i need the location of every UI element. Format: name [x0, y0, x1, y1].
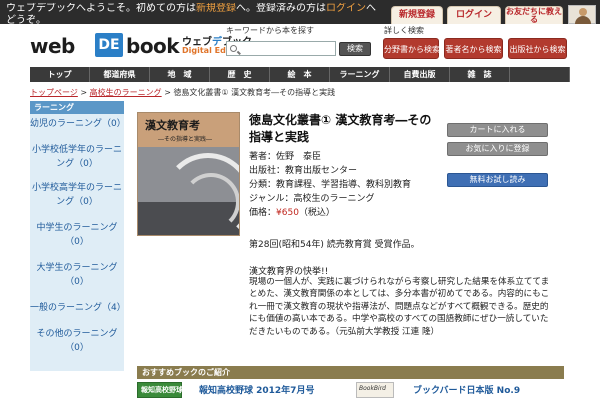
book-description: 現場の一個人が、実践に裏づけられながら考察し研究した結果を体系立ててまとめた、漢…	[249, 277, 550, 337]
cover-title: 漢文教育考	[145, 119, 200, 132]
sidebar-item-upper-elementary[interactable]: 小学校高学年のラーニング（0）	[30, 181, 124, 209]
award-text: 第28回(昭和54年) 読売教育賞 受賞作品。	[249, 240, 420, 250]
recommend-thumb-2[interactable]: BookBird	[356, 382, 394, 398]
detail-search-label: 詳しく検索	[384, 26, 424, 35]
book-field: 分類：教育課程、学習指導、教科別教育	[249, 180, 412, 190]
sidebar-item-preschool[interactable]: 幼児のラーニング（0）	[30, 117, 126, 131]
tell-friends-button[interactable]: お友だちに教える	[505, 6, 563, 24]
welcome-text: へ。登録済みの方は	[236, 3, 326, 14]
search-label: キーワードから本を探す	[226, 26, 314, 35]
logo-de-badge: DE	[95, 33, 123, 57]
recommend-heading: おすすめブックのご紹介	[137, 366, 564, 379]
add-favorite-button[interactable]: お気に入りに登録	[447, 142, 548, 156]
breadcrumb-separator: >	[164, 88, 171, 97]
search-by-author-button[interactable]: 著者名から検索	[444, 38, 503, 59]
search-input[interactable]	[226, 41, 336, 56]
search-by-publisher-button[interactable]: 出版社から検索	[508, 38, 567, 59]
nav-prefecture[interactable]: 都道府県	[90, 67, 150, 82]
sidebar-item-other[interactable]: その他のラーニング（0）	[30, 327, 124, 355]
avatar-icon[interactable]	[568, 5, 596, 24]
welcome-text: ウェブデブックへようこそ。初めての方は	[6, 3, 196, 14]
welcome-register-link[interactable]: 新規登録	[196, 3, 236, 14]
nav-extra[interactable]	[510, 67, 570, 82]
book-publisher: 出版社：教育出版センター	[249, 166, 358, 176]
price-tax: （税込）	[298, 208, 335, 218]
search-by-field-button[interactable]: 分野書から検索	[383, 38, 440, 59]
sidebar-item-lower-elementary[interactable]: 小学校低学年のラーニング（0）	[30, 143, 124, 171]
book-cover-image[interactable]: 漢文教育考 ―その指導と実践―	[137, 112, 240, 236]
price-label: 価格：	[249, 208, 277, 218]
breadcrumb: トップページ > 高校生のラーニング > 徳島文化叢書① 漢文教育考―その指導と…	[30, 87, 335, 98]
login-button[interactable]: ログイン	[447, 6, 501, 24]
recommend-title-1[interactable]: 報知高校野球 2012年7月号	[199, 383, 314, 396]
nav-picture-books[interactable]: 絵 本	[270, 67, 330, 82]
sidebar-item-junior-high[interactable]: 中学生のラーニング（0）	[30, 221, 124, 249]
nav-history[interactable]: 歴 史	[210, 67, 270, 82]
learning-sidebar: ラーニング 幼児のラーニング（0） 小学校低学年のラーニング（0） 小学校高学年…	[30, 101, 126, 371]
nav-region[interactable]: 地 域	[150, 67, 210, 82]
sidebar-item-general[interactable]: 一般のラーニング（4）	[30, 301, 126, 315]
cover-subtitle: ―その指導と実践―	[158, 136, 213, 143]
top-bar: ウェブデブックへようこそ。初めての方は新規登録へ。登録済みの方はログインへどうぞ…	[0, 0, 600, 27]
free-trial-button[interactable]: 無料お試し読み	[447, 173, 548, 187]
recommend-title-2[interactable]: ブックバード日本版 No.9	[413, 383, 520, 396]
nav-top[interactable]: トップ	[30, 67, 90, 82]
search-button[interactable]: 検索	[339, 42, 371, 56]
breadcrumb-current: 徳島文化叢書① 漢文教育考―その指導と実践	[173, 88, 336, 97]
cover-artwork	[138, 147, 239, 235]
price-value: ¥650	[276, 208, 299, 218]
main-nav: トップ 都道府県 地 域 歴 史 絵 本 ラーニング 自費出版 雑 誌	[30, 67, 570, 82]
logo-book-text: book	[126, 34, 180, 58]
book-author: 著者：佐野 泰臣	[249, 152, 322, 162]
welcome-message: ウェブデブックへようこそ。初めての方は新規登録へ。登録済みの方はログインへどうぞ…	[6, 3, 376, 27]
book-title: 徳島文化叢書① 漢文教育考―その指導と実践	[249, 113, 432, 144]
recommend-thumb-1[interactable]: 報知高校野球	[137, 382, 183, 398]
nav-self-publishing[interactable]: 自費出版	[390, 67, 450, 82]
nav-magazines[interactable]: 雑 誌	[450, 67, 510, 82]
breadcrumb-separator: >	[80, 88, 88, 97]
breadcrumb-category-link[interactable]: 高校生のラーニング	[90, 88, 162, 97]
search-icon	[230, 45, 237, 52]
add-to-cart-button[interactable]: カートに入れる	[447, 123, 548, 137]
welcome-login-link[interactable]: ログイン	[326, 3, 366, 14]
sidebar-item-university[interactable]: 大学生のラーニング（0）	[30, 261, 124, 289]
book-price: 価格：¥650（税込）	[249, 207, 335, 219]
breadcrumb-top-link[interactable]: トップページ	[30, 88, 78, 97]
nav-learning[interactable]: ラーニング	[330, 67, 390, 82]
logo-web-text: web	[30, 34, 75, 58]
book-genre: ジャンル：高校生のラーニング	[249, 194, 375, 204]
register-button[interactable]: 新規登録	[391, 6, 443, 24]
sidebar-heading: ラーニング	[30, 101, 124, 114]
